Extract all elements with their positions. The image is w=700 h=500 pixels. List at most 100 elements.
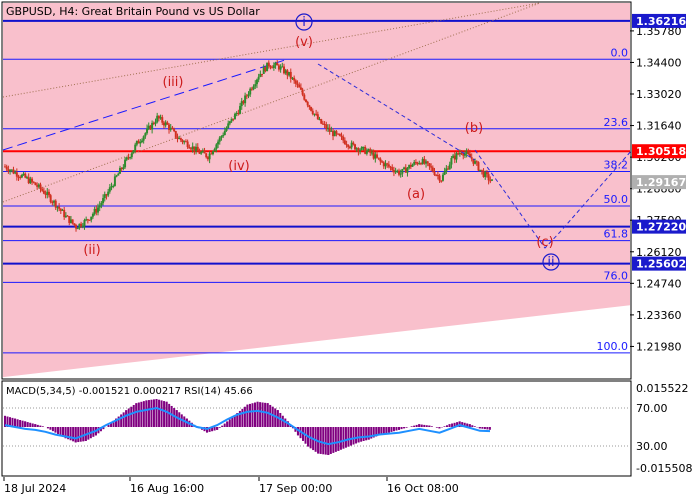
candle-body (83, 220, 86, 227)
price-tick-label: 1.31640 (636, 120, 682, 133)
candle-body (91, 213, 94, 217)
candle-body (42, 190, 45, 194)
candle-body (205, 153, 208, 158)
candle-body (299, 87, 302, 90)
candle-body (411, 164, 414, 167)
chart-title: GBPUSD, H4: Great Britain Pound vs US Do… (6, 5, 260, 18)
candle-body (34, 182, 37, 186)
candle-body (81, 226, 84, 228)
candle-body (306, 101, 309, 106)
candle-body (179, 138, 182, 141)
candle-body (228, 121, 231, 124)
candle-body (71, 219, 74, 224)
fib-label: 76.0 (604, 269, 629, 282)
candle-body (303, 94, 306, 100)
candle-body (391, 167, 394, 171)
indicator-tick-label: -0.015508 (636, 462, 692, 475)
candle-body (267, 62, 270, 67)
candle-body (301, 89, 304, 95)
wave-label: (iii) (163, 75, 184, 90)
candle-body (115, 175, 118, 177)
candle-body (365, 150, 368, 154)
candle-body (475, 161, 478, 163)
price-label: 1.30518 (636, 145, 686, 158)
candle-body (438, 175, 441, 181)
candle-body (161, 117, 164, 123)
candle-body (261, 73, 264, 75)
price-tick-label: 1.33020 (636, 88, 682, 101)
candle-body (223, 130, 226, 136)
candle-body (196, 146, 199, 152)
candle-body (342, 136, 345, 141)
candle-body (298, 84, 301, 88)
candle-body (247, 94, 250, 96)
candle-body (433, 171, 436, 175)
candle-body (100, 203, 103, 206)
candle-body (401, 169, 404, 174)
candle-body (132, 150, 135, 154)
candle-body (211, 151, 214, 155)
candle-body (296, 83, 299, 85)
candle-body (376, 154, 379, 158)
candle-body (430, 166, 433, 168)
indicator-tick-label: 70.00 (636, 402, 668, 415)
candle-body (272, 65, 275, 68)
wave-label: (ii) (83, 243, 100, 258)
candle-body (487, 174, 490, 181)
candle-body (352, 142, 355, 145)
candle-body (480, 169, 483, 171)
candle-body (54, 200, 57, 208)
candle-body (347, 144, 350, 148)
candle-body (90, 216, 93, 220)
candle-body (124, 159, 127, 168)
price-tick-label: 1.34400 (636, 56, 682, 69)
wave-label: (a) (407, 187, 425, 202)
candle-body (146, 128, 149, 134)
candle-body (335, 131, 338, 134)
candle-body (276, 63, 279, 66)
candle-body (426, 161, 429, 164)
candle-body (80, 223, 83, 227)
candle-body (200, 152, 203, 154)
wave-label: (v) (295, 35, 313, 50)
candle-body (399, 173, 402, 175)
candle-body (97, 207, 100, 213)
candle-body (343, 140, 346, 145)
candle-body (129, 157, 132, 159)
chart-window: 0.0 23.6 38.2 50.0 61.8 76.0 100.0 (ii) (iii) (i… (0, 0, 700, 500)
candle-body (387, 164, 390, 167)
price-tick-label: 1.21980 (636, 340, 682, 353)
indicator-tick-label: 30.00 (636, 440, 668, 453)
fib-label: 23.6 (604, 116, 629, 129)
candle-body (130, 153, 133, 158)
candle-body (257, 76, 260, 80)
candle-body (252, 86, 255, 90)
candle-body (441, 174, 444, 181)
candle-body (112, 185, 115, 187)
candle-body (217, 141, 220, 145)
candle-body (450, 158, 453, 165)
candle-body (117, 173, 120, 176)
time-tick-label: 16 Aug 16:00 (130, 482, 204, 495)
candle-body (171, 127, 174, 130)
candle-body (142, 136, 145, 141)
time-tick-label: 16 Oct 08:00 (387, 482, 459, 495)
fib-label: 50.0 (604, 193, 629, 206)
time-tick-label: 17 Sep 00:00 (259, 482, 332, 495)
candle-body (31, 178, 34, 182)
candle-body (338, 133, 341, 136)
candle-body (244, 95, 247, 104)
candle-body (467, 151, 470, 154)
candle-body (20, 174, 23, 178)
candle-body (491, 179, 493, 181)
candle-body (225, 128, 228, 131)
candle-body (254, 84, 257, 87)
price-label: 1.36216 (636, 15, 686, 28)
candle-body (320, 119, 323, 124)
candle-body (255, 79, 258, 85)
candle-body (203, 150, 206, 154)
candle-body (345, 144, 348, 146)
candle-body (24, 173, 27, 178)
candle-body (75, 225, 78, 229)
candle-body (173, 129, 176, 132)
